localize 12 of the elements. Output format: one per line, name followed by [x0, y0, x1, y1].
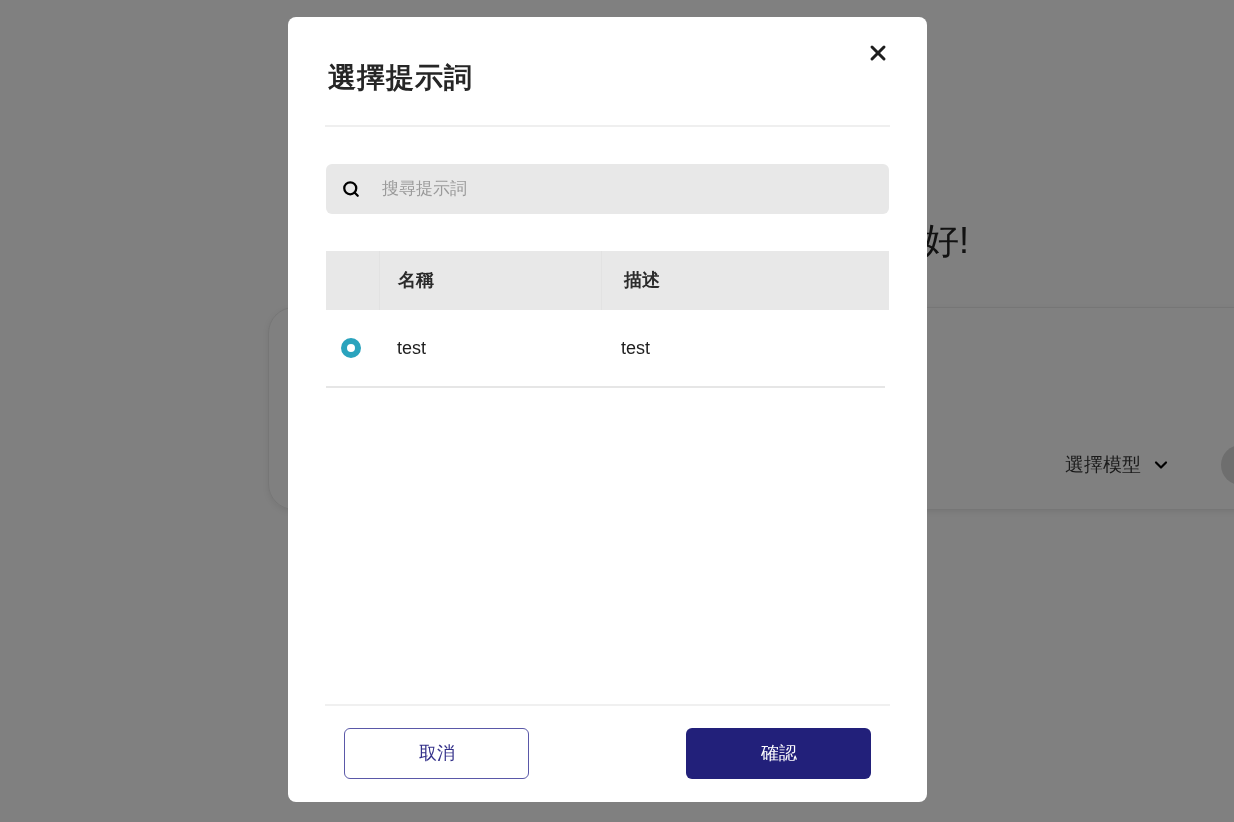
table-cell-text: test — [621, 336, 650, 360]
column-header: 描述 — [624, 269, 660, 292]
cancel-button[interactable]: 取消 — [344, 728, 529, 779]
greeting-text: 好! — [923, 219, 969, 263]
column-header: 名稱 — [398, 269, 434, 292]
search-field[interactable]: 搜尋提示詞 — [326, 164, 889, 214]
search-icon — [342, 180, 360, 198]
model-select[interactable]: 選擇模型 — [1065, 450, 1171, 480]
confirm-button[interactable]: 確認 — [686, 728, 871, 779]
dialog-title: 選擇提示詞 — [328, 61, 473, 95]
radio-selected-icon[interactable] — [341, 338, 361, 358]
table-cell-text: test — [397, 336, 426, 360]
